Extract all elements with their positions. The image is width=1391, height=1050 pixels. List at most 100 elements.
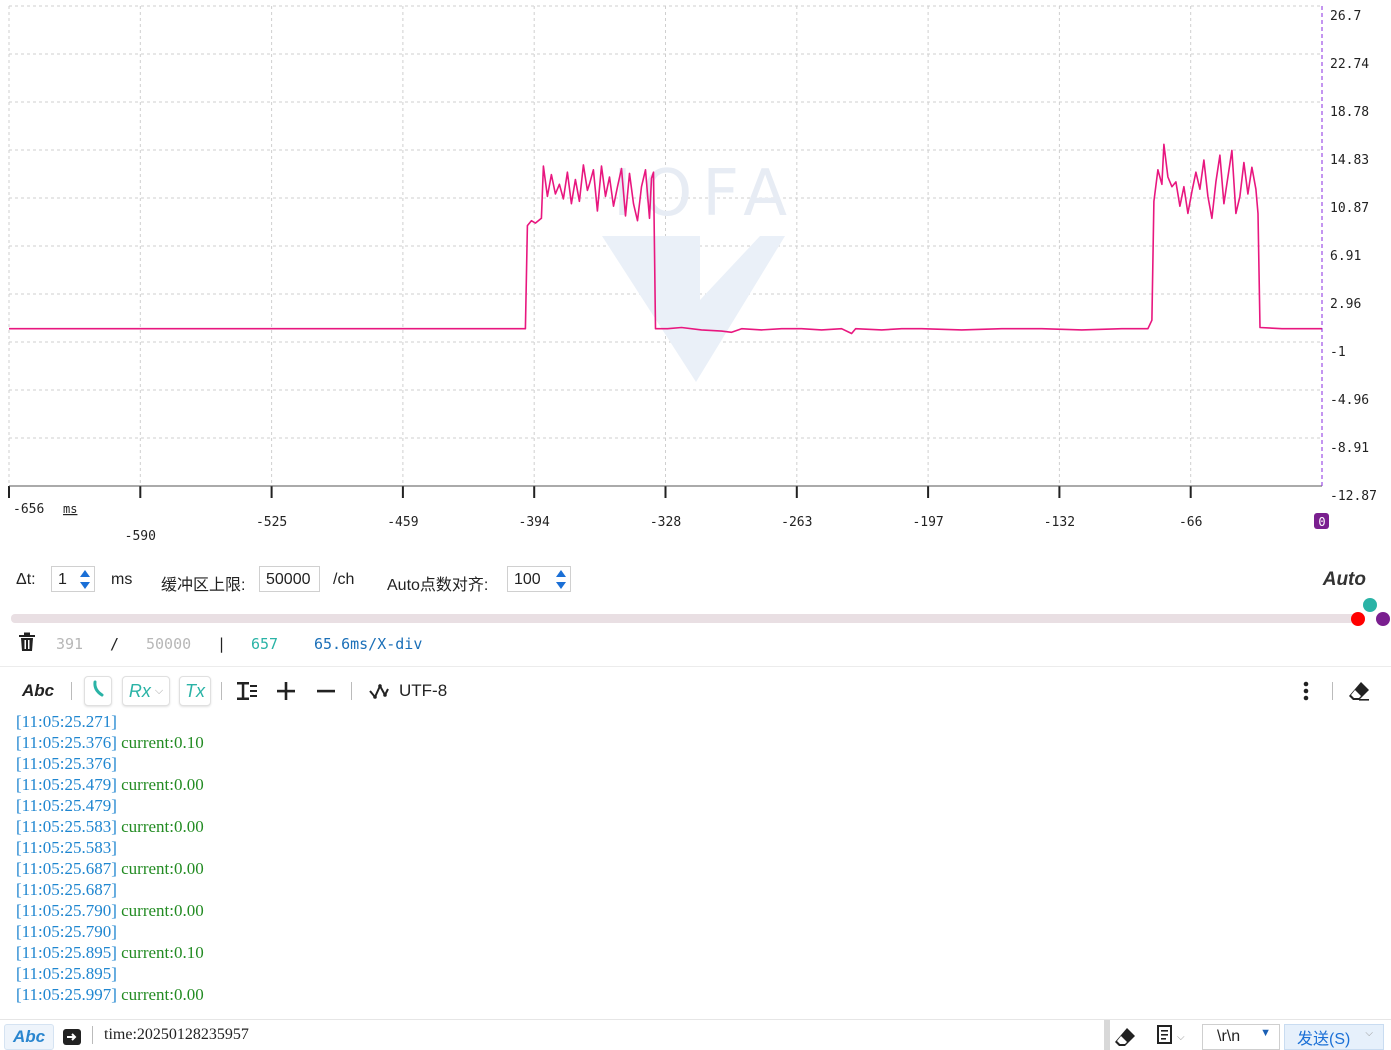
zoom-out-icon[interactable]: [314, 676, 338, 706]
x-tick-mark: [1058, 486, 1061, 498]
status-pipe: |: [217, 635, 227, 653]
history-button[interactable]: ⌵: [1156, 1024, 1192, 1050]
waveform-plot[interactable]: IOFA 26.722.7418.7814.8310.876.912.96-1-…: [0, 0, 1391, 552]
abc-format-button[interactable]: Abc: [18, 676, 58, 706]
log-message: current:0.00: [116, 817, 204, 836]
log-timestamp: [11:05:25.687]: [16, 859, 117, 878]
document-icon: [1156, 1024, 1174, 1050]
send-file-icon[interactable]: [62, 1024, 84, 1050]
log-timestamp: [11:05:25.895]: [16, 943, 117, 962]
waveform-chart[interactable]: IOFA 26.7 22.74 18.78 14.83 10.87 6.91 2.96 -1-…: [0, 0, 1391, 552]
x-tick-mark: [401, 486, 404, 498]
channel-dot-red[interactable]: [1351, 612, 1365, 626]
log-line: [11:05:25.687] current:0.00: [16, 858, 1376, 879]
y-tick-label: 6.91: [1330, 249, 1361, 264]
line-ending-select[interactable]: \r\n ▼: [1202, 1024, 1280, 1050]
sample-max: 50000: [146, 635, 192, 653]
log-timestamp: [11:05:25.271]: [16, 712, 117, 731]
log-timestamp: [11:05:25.376]: [16, 733, 117, 752]
dt-unit: ms: [111, 571, 133, 588]
x-tick-label: -263: [781, 515, 812, 530]
y-tick-label: -4.96: [1330, 393, 1369, 408]
buffer-input[interactable]: 50000: [259, 566, 320, 592]
separator: [71, 682, 72, 700]
x-tick-label: -132: [1044, 515, 1075, 530]
clear-input-icon[interactable]: [1114, 1024, 1140, 1050]
send-input[interactable]: time:20250128235957: [104, 1022, 249, 1048]
x-tick-label: -394: [519, 515, 550, 530]
channel-dot-teal[interactable]: [1363, 598, 1377, 612]
log-line: [11:05:25.376] current:0.10: [16, 732, 1376, 753]
log-line: [11:05:25.583] current:0.00: [16, 816, 1376, 837]
buffer-label: 缓冲区上限:: [161, 577, 246, 594]
channel-dot-purple[interactable]: [1376, 612, 1390, 626]
log-message: current:0.00: [116, 775, 204, 794]
visible-points: 657: [251, 635, 279, 653]
y-tick-label: 2.96: [1330, 297, 1361, 312]
spin-arrows-icon[interactable]: [80, 570, 90, 590]
log-timestamp: [11:05:25.583]: [16, 817, 117, 836]
x-tick-mark: [533, 486, 536, 498]
separator: [92, 1026, 93, 1044]
auto-align-value[interactable]: 100: [514, 571, 541, 589]
log-line: [11:05:25.997] current:0.00: [16, 984, 1376, 1005]
serial-log[interactable]: [11:05:25.271] [11:05:25.376] current:0.1…: [16, 711, 1376, 1011]
y-tick-label: 18.78: [1330, 105, 1369, 120]
x-tick-mark: [139, 486, 142, 498]
x-tick-label: -66: [1179, 515, 1202, 530]
log-timestamp: [11:05:25.790]: [16, 922, 117, 941]
zoom-in-icon[interactable]: [274, 676, 298, 706]
log-timestamp: [11:05:25.479]: [16, 775, 117, 794]
auto-align-spinbox[interactable]: 100: [507, 566, 571, 592]
buffer-value[interactable]: 50000: [266, 571, 311, 589]
log-line: [11:05:25.790] current:0.00: [16, 900, 1376, 921]
send-label: 发送(S): [1297, 1031, 1351, 1048]
send-bar: Abc time:20250128235957 ⌵ \r\n ▼ 发送(S) ⌵: [0, 1019, 1391, 1050]
x-unit-label: ms: [63, 502, 77, 516]
trash-icon[interactable]: [18, 632, 36, 656]
send-format-button[interactable]: Abc: [4, 1024, 54, 1050]
more-options-icon[interactable]: [1296, 676, 1316, 706]
y-tick-label: 22.74: [1330, 57, 1369, 72]
separator: [351, 682, 352, 700]
buffer-unit: /ch: [333, 571, 355, 588]
timestamp-icon: [91, 680, 105, 703]
y-tick-label: 26.7: [1330, 9, 1361, 24]
settings-row: Δt: 1 ms 缓冲区上限: 50000 /ch Auto点数对齐: 100 …: [0, 560, 1391, 604]
text-wrap-icon[interactable]: [234, 676, 260, 706]
tx-toggle-button[interactable]: Tx: [179, 676, 211, 706]
dt-spinbox[interactable]: 1: [51, 566, 95, 592]
separator: [1332, 682, 1333, 700]
resize-handle[interactable]: [1104, 1020, 1110, 1050]
encoding-selector[interactable]: UTF-8: [399, 676, 449, 706]
log-line: [11:05:25.895]: [16, 963, 1376, 984]
log-line: [11:05:25.479] current:0.00: [16, 774, 1376, 795]
x-tick-mark: [8, 486, 10, 498]
log-message: current:0.10: [116, 943, 204, 962]
x-tick-mark: [664, 486, 667, 498]
log-line: [11:05:25.583]: [16, 837, 1376, 858]
chevron-down-icon: ⌵: [1177, 1031, 1185, 1043]
timestamp-toggle-button[interactable]: [84, 676, 112, 706]
y-tick-label: 14.83: [1330, 153, 1369, 168]
log-timestamp: [11:05:25.790]: [16, 901, 117, 920]
dt-value[interactable]: 1: [58, 571, 67, 589]
history-slider-track[interactable]: [11, 614, 1356, 623]
log-line: [11:05:25.271]: [16, 711, 1376, 732]
x-tick-label: 0: [1318, 515, 1325, 529]
rx-toggle-button[interactable]: Rx ⌵: [122, 676, 170, 706]
spin-arrows-icon[interactable]: [556, 570, 566, 590]
wave-icon[interactable]: [366, 676, 392, 706]
x-tick-mark: [270, 486, 273, 498]
auto-button[interactable]: Auto: [1323, 569, 1366, 591]
send-button[interactable]: 发送(S) ⌵: [1284, 1024, 1384, 1050]
x-tick-mark: [795, 486, 798, 498]
dt-label: Δt:: [16, 571, 36, 588]
log-timestamp: [11:05:25.687]: [16, 880, 117, 899]
log-line: [11:05:25.895] current:0.10: [16, 942, 1376, 963]
y-tick-label: 10.87: [1330, 201, 1369, 216]
eraser-icon[interactable]: [1346, 676, 1372, 706]
y-tick-label: -1: [1330, 345, 1346, 360]
line-ending-value: \r\n: [1217, 1028, 1241, 1045]
y-tick-label: -12.87: [1330, 489, 1377, 504]
